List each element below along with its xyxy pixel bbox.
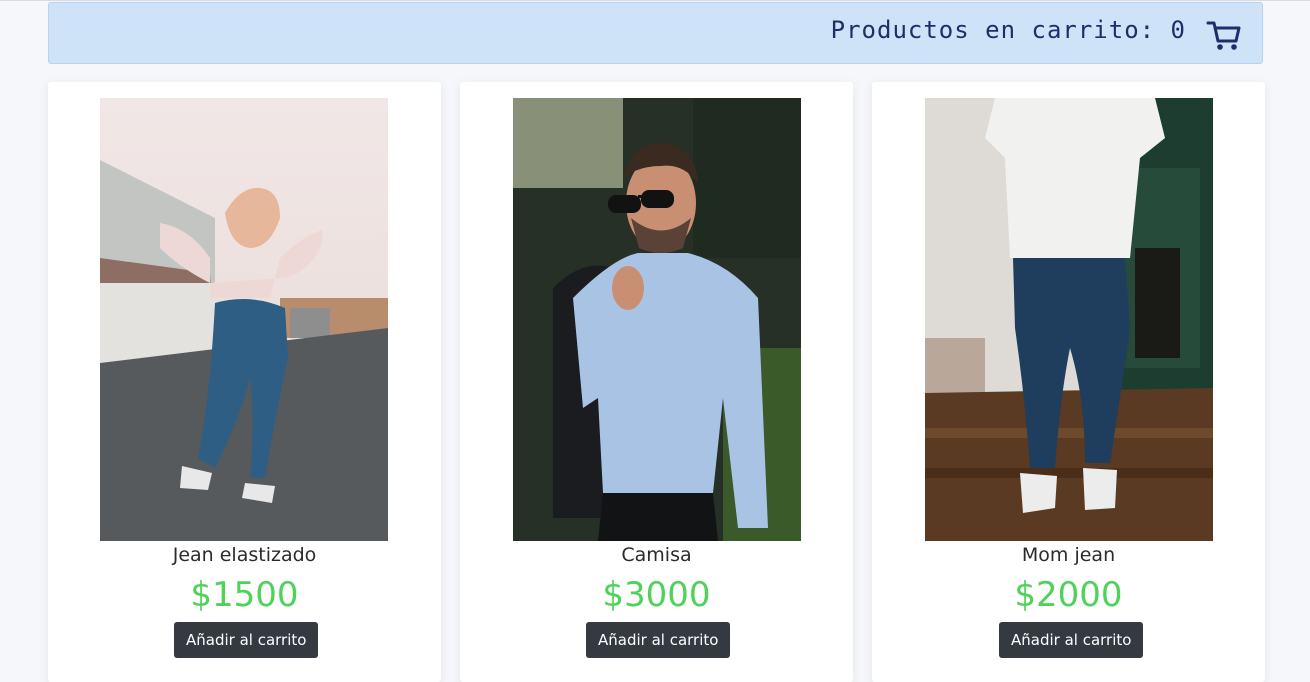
product-price: $2000 [1014,575,1123,615]
product-card: Mom jean $2000 Añadir al carrito [872,82,1265,682]
cart-count-label: Productos en carrito: 0 [830,16,1186,44]
cart-header-bar: Productos en carrito: 0 [48,2,1263,64]
product-image [513,98,801,541]
product-name: Camisa [621,544,692,566]
shopping-cart-icon[interactable] [1206,17,1242,53]
top-divider [0,0,1310,1]
add-to-cart-button[interactable]: Añadir al carrito [999,622,1144,658]
product-card: Camisa $3000 Añadir al carrito [460,82,853,682]
product-price: $1500 [190,575,299,615]
product-name: Mom jean [1021,544,1116,566]
product-price: $3000 [602,575,711,615]
add-to-cart-button[interactable]: Añadir al carrito [586,622,731,658]
product-image [100,98,388,541]
product-name: Jean elastizado [172,544,317,566]
product-card: Jean elastizado $1500 Añadir al carrito [48,82,441,682]
add-to-cart-button[interactable]: Añadir al carrito [174,622,319,658]
product-image [925,98,1213,541]
